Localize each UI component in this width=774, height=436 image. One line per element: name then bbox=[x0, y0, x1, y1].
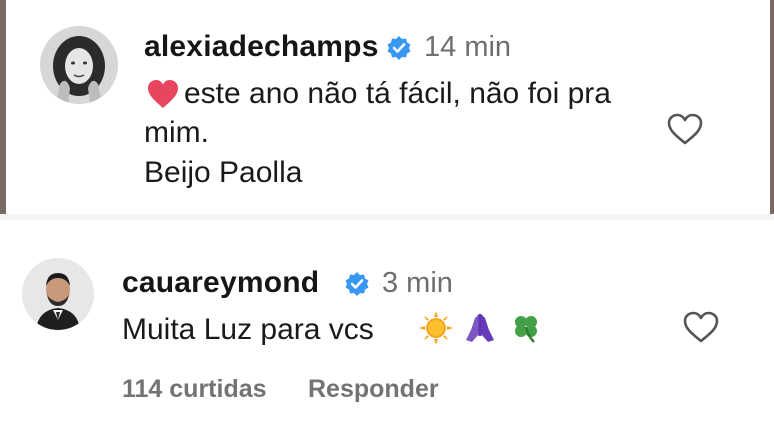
red-heart-icon bbox=[148, 80, 178, 108]
comment-text-line-1: este ano não tá fácil, não foi pra bbox=[184, 77, 611, 110]
like-heart-icon[interactable] bbox=[682, 310, 720, 344]
comment-alexiadechamps: alexiadechamps 14 min este ano não tá fá… bbox=[6, 0, 770, 214]
verified-badge-icon bbox=[345, 272, 369, 296]
comment-text-line-2: mim. bbox=[144, 116, 209, 149]
comment-time: 14 min bbox=[424, 31, 512, 63]
folded-hands-icon bbox=[466, 314, 494, 342]
comment-text-line-3: Beijo Paolla bbox=[144, 156, 303, 189]
username[interactable]: alexiadechamps bbox=[144, 30, 379, 64]
verified-badge-icon bbox=[387, 36, 411, 60]
profile-photo-icon bbox=[40, 26, 118, 104]
comment-time: 3 min bbox=[382, 267, 453, 299]
profile-photo-icon bbox=[22, 258, 94, 330]
avatar-cauareymond[interactable] bbox=[22, 258, 94, 330]
screenshot-frame: alexiadechamps 14 min este ano não tá fá… bbox=[0, 0, 774, 436]
comment-cauareymond: cauareymond 3 min Muita Luz para vcs 114… bbox=[0, 220, 774, 436]
likes-count[interactable]: 114 curtidas bbox=[122, 375, 267, 404]
sun-icon bbox=[419, 311, 453, 345]
comment-text: Muita Luz para vcs bbox=[122, 313, 374, 346]
like-heart-icon[interactable] bbox=[666, 112, 704, 146]
username[interactable]: cauareymond bbox=[122, 266, 319, 300]
avatar-alexiadechamps[interactable] bbox=[40, 26, 118, 104]
four-leaf-clover-icon bbox=[515, 316, 537, 343]
reply-button[interactable]: Responder bbox=[308, 375, 439, 404]
